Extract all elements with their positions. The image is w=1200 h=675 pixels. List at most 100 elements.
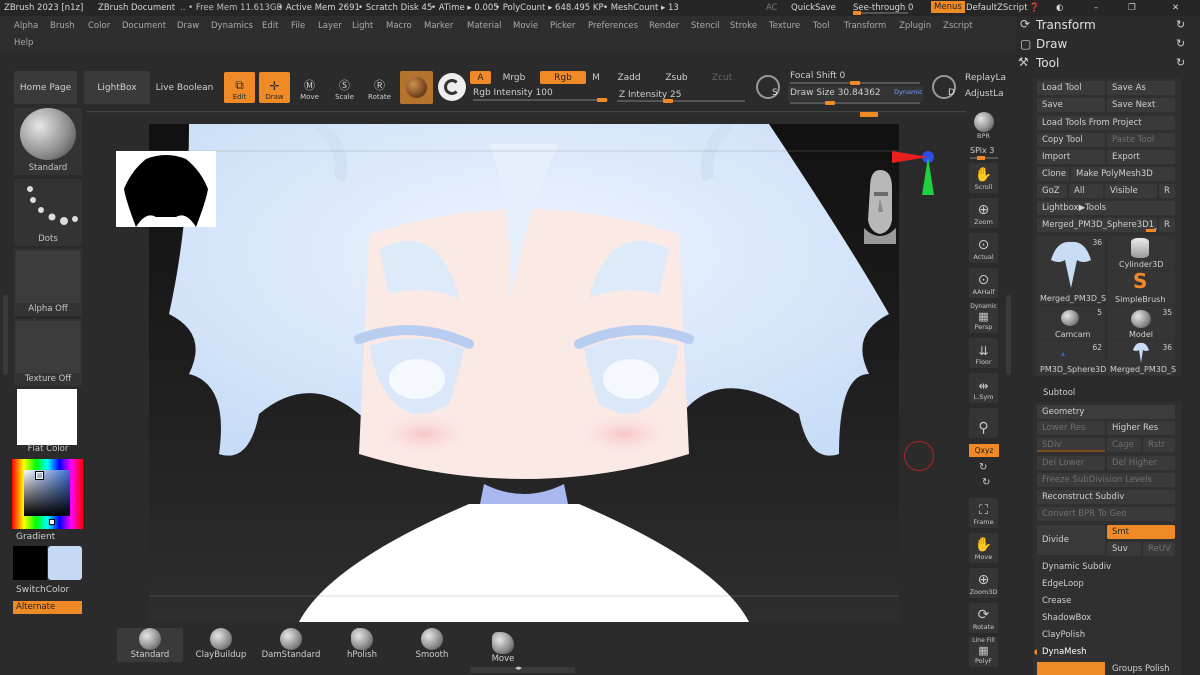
subtool-header[interactable]: Subtool <box>1043 388 1143 398</box>
draw-size-slider[interactable] <box>790 101 920 105</box>
app-icon[interactable]: ◐ <box>1056 3 1063 13</box>
menu-alpha[interactable]: Alpha <box>14 21 38 31</box>
menu-stencil[interactable]: Stencil <box>691 21 720 31</box>
material-tile[interactable]: Flat Color <box>14 389 82 456</box>
color-picker-sv[interactable] <box>24 470 70 516</box>
focal-shift-knob[interactable] <box>850 81 860 85</box>
menu-edit[interactable]: Edit <box>262 21 278 31</box>
crease-header[interactable]: Crease <box>1037 594 1175 608</box>
color-sphere[interactable] <box>438 73 466 101</box>
cage-button[interactable]: Cage <box>1107 438 1141 452</box>
dynamic-toggle[interactable]: Dynamic <box>894 89 923 96</box>
paste-tool-button[interactable]: Paste Tool <box>1107 133 1175 147</box>
goz-visible-button[interactable]: Visible <box>1105 184 1157 198</box>
copy-tool-button[interactable]: Copy Tool <box>1037 133 1105 147</box>
menu-zscript[interactable]: Zscript <box>943 21 973 31</box>
geometry-header[interactable]: Geometry <box>1037 405 1175 419</box>
live-boolean-button[interactable]: Live Boolean <box>153 71 216 104</box>
reconstruct-subdiv-button[interactable]: Reconstruct Subdiv <box>1037 490 1175 504</box>
gradient-label[interactable]: Gradient <box>16 533 55 542</box>
rgb-toggle[interactable]: Rgb <box>540 71 586 84</box>
brush-damstandard[interactable]: DamStandard <box>258 628 324 662</box>
menu-preferences[interactable]: Preferences <box>588 21 638 31</box>
save-as-button[interactable]: Save As <box>1107 81 1175 95</box>
dynamesh-button[interactable] <box>1037 662 1105 675</box>
lightbox-tools-button[interactable]: Lightbox▶Tools <box>1037 201 1175 215</box>
menu-help[interactable]: Help <box>14 38 33 48</box>
ac-button[interactable]: AC <box>766 3 778 13</box>
save-next-button[interactable]: Save Next <box>1107 98 1175 112</box>
brush-standard[interactable]: Standard <box>117 628 183 662</box>
see-through-knob[interactable] <box>853 11 861 15</box>
transform-header[interactable]: Transform <box>1036 19 1096 31</box>
xyz-button[interactable]: Qxyz <box>969 444 999 457</box>
home-page-button[interactable]: Home Page <box>14 71 77 104</box>
y-axis-icon[interactable]: ↻ <box>979 463 987 473</box>
tool-thumb-2[interactable]: Cylinder3D <box>1107 236 1175 270</box>
replay-last-button[interactable]: ReplayLa <box>965 74 1006 83</box>
persp-button[interactable]: Dynamic ▦ Persp <box>969 303 998 333</box>
alternate-button[interactable]: Alternate <box>13 601 82 614</box>
claypolish-header[interactable]: ClayPolish <box>1037 628 1175 642</box>
minimize-icon[interactable]: – <box>1094 3 1098 13</box>
groups-polish-toggle[interactable]: Groups Polish <box>1107 662 1175 675</box>
tool-thumb-4[interactable]: S SimpleBrush <box>1107 269 1175 305</box>
menu-layer[interactable]: Layer <box>318 21 342 31</box>
m-toggle[interactable]: M <box>588 71 604 84</box>
tool-thumb-7[interactable]: ▴ 62 PM3D_Sphere3D <box>1037 341 1106 375</box>
menu-picker[interactable]: Picker <box>550 21 575 31</box>
current-tool-r-button[interactable]: R <box>1159 218 1175 232</box>
silhouette-preview[interactable] <box>116 151 216 227</box>
tool-thumb-6[interactable]: 35 Model <box>1107 306 1175 340</box>
menu-macro[interactable]: Macro <box>386 21 412 31</box>
brush-move[interactable]: Move <box>470 628 536 666</box>
zcut-toggle[interactable]: Zcut <box>702 71 742 84</box>
bottom-tray-handle[interactable]: ◂▸ <box>470 665 575 673</box>
tool-thumb-8[interactable]: 36 Merged_PM3D_S <box>1107 341 1176 375</box>
menu-brush[interactable]: Brush <box>50 21 75 31</box>
edgeloop-header[interactable]: EdgeLoop <box>1037 577 1175 591</box>
rgb-intensity-slider[interactable] <box>473 98 608 102</box>
lazy-mouse-s-icon[interactable]: S <box>756 75 780 99</box>
draw-header[interactable]: Draw <box>1036 38 1067 50</box>
make-polymesh-button[interactable]: Make PolyMesh3D <box>1071 167 1175 181</box>
transform-toggle-icon[interactable]: ↻ <box>1176 19 1185 30</box>
see-through-track[interactable] <box>853 11 908 15</box>
hue-cursor[interactable] <box>49 519 55 525</box>
draw-button[interactable]: ✛ Draw <box>259 72 290 103</box>
move-button[interactable]: Ⓜ Move <box>294 72 325 103</box>
menu-material[interactable]: Material <box>467 21 502 31</box>
brush-smooth[interactable]: Smooth <box>399 628 465 662</box>
menus-button[interactable]: Menus <box>931 1 965 13</box>
tool-toggle-icon[interactable]: ↻ <box>1176 57 1185 68</box>
frame-button[interactable]: ⛶ Frame <box>969 498 998 528</box>
axis-gizmo-icon[interactable] <box>888 145 938 197</box>
shadowbox-header[interactable]: ShadowBox <box>1037 611 1175 625</box>
color-picker-hue[interactable] <box>12 459 83 529</box>
zsub-toggle[interactable]: Zsub <box>654 71 699 84</box>
brush-hpolish[interactable]: hPolish <box>329 628 395 662</box>
menu-dynamics[interactable]: Dynamics <box>211 21 253 31</box>
save-button[interactable]: Save <box>1037 98 1105 112</box>
move-view-button[interactable]: ✋ Move <box>969 533 998 563</box>
restore-icon[interactable]: ❐ <box>1128 3 1136 13</box>
primary-color-swatch[interactable] <box>13 546 47 580</box>
convert-bpr-button[interactable]: Convert BPR To Geo <box>1037 507 1175 521</box>
z-intensity-slider[interactable] <box>617 99 745 103</box>
secondary-color-swatch[interactable] <box>48 546 82 580</box>
a-toggle[interactable]: A <box>470 71 491 84</box>
menu-texture[interactable]: Texture <box>769 21 800 31</box>
suv-toggle[interactable]: Suv <box>1107 542 1141 556</box>
tool-header[interactable]: Tool <box>1036 57 1059 69</box>
tool-thumb-1[interactable]: 36 Merged_PM3D_S <box>1037 236 1106 304</box>
help-icon[interactable]: ❓ <box>1029 3 1040 13</box>
timeline-marker[interactable] <box>860 112 878 117</box>
zadd-toggle[interactable]: Zadd <box>609 71 649 84</box>
del-higher-button[interactable]: Del Higher <box>1107 456 1175 470</box>
draw-size-knob[interactable] <box>825 101 835 105</box>
import-button[interactable]: Import <box>1037 150 1105 164</box>
freeze-subdiv-button[interactable]: Freeze SubDivision Levels <box>1037 473 1175 487</box>
goz-all-button[interactable]: All <box>1069 184 1103 198</box>
alpha-tile[interactable]: Alpha Off <box>14 249 82 316</box>
del-lower-button[interactable]: Del Lower <box>1037 456 1105 470</box>
